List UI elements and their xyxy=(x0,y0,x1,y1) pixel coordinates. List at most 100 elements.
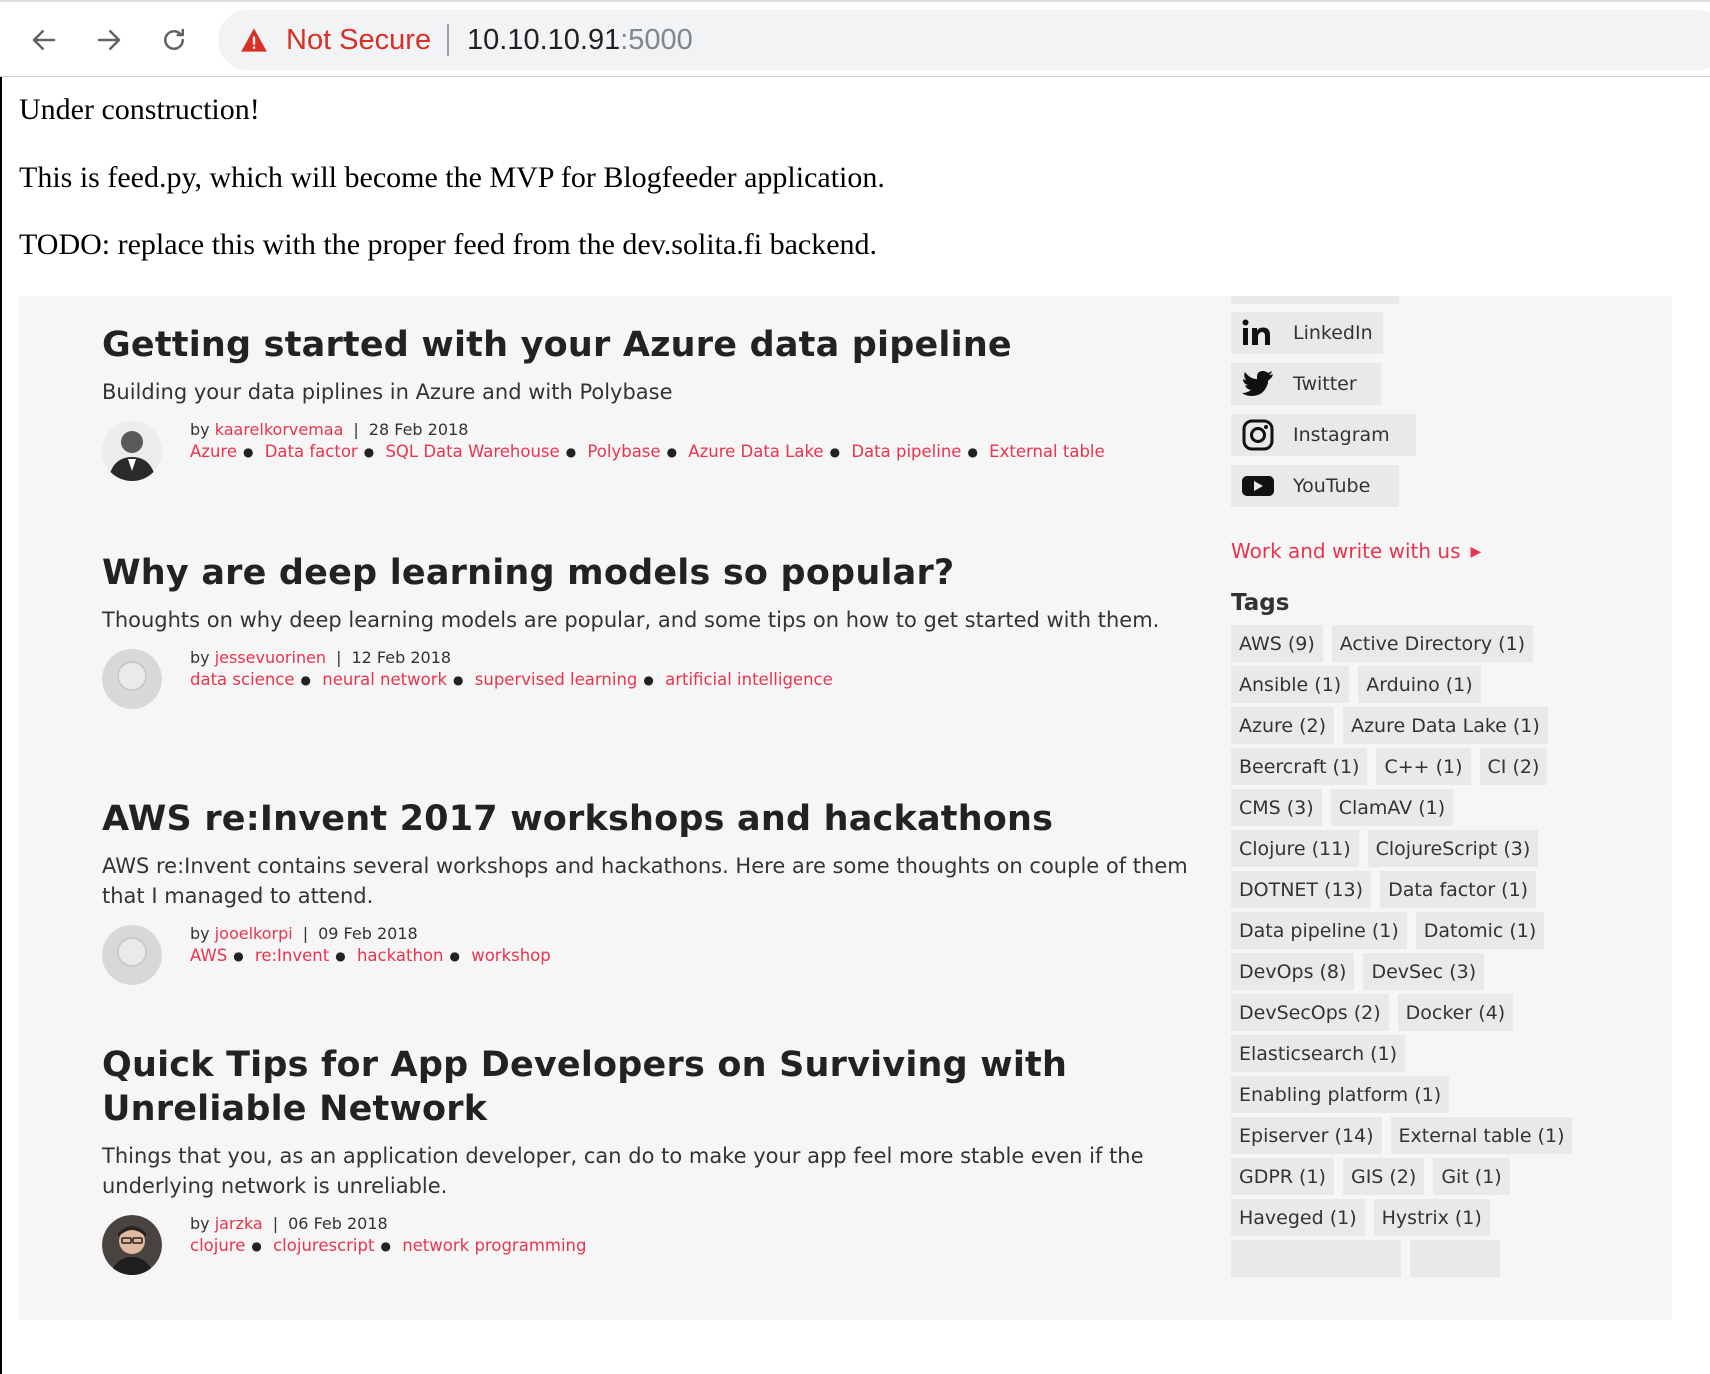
tag-link[interactable]: Azure Data Lake xyxy=(688,442,823,461)
url-text[interactable]: 10.10.10.91:5000 xyxy=(467,24,693,57)
reload-button[interactable] xyxy=(154,20,194,60)
tag-link[interactable]: supervised learning xyxy=(475,670,638,689)
tag-separator: ● xyxy=(829,445,841,459)
back-button[interactable] xyxy=(24,20,64,60)
author-link[interactable]: kaarelkorvemaa xyxy=(215,420,344,439)
author-avatar[interactable] xyxy=(102,649,162,709)
tag-link[interactable]: workshop xyxy=(471,946,551,965)
twitter-icon xyxy=(1241,369,1275,399)
tag-chip[interactable]: Data factor (1) xyxy=(1380,871,1537,908)
tag-link[interactable]: Polybase xyxy=(587,442,660,461)
author-link[interactable]: jarzka xyxy=(215,1214,263,1233)
tag-chip[interactable]: Azure (2) xyxy=(1231,707,1335,744)
author-avatar[interactable] xyxy=(102,925,162,985)
tag-chip[interactable]: C++ (1) xyxy=(1376,748,1471,785)
tag-chip[interactable]: DevOps (8) xyxy=(1231,953,1355,990)
tag-link[interactable]: Azure xyxy=(190,442,237,461)
tag-link[interactable]: Data factor xyxy=(265,442,358,461)
author-link[interactable]: jooelkorpi xyxy=(215,924,293,943)
tag-chip[interactable]: CMS (3) xyxy=(1231,789,1322,826)
tag-link[interactable]: External table xyxy=(989,442,1105,461)
tags-heading: Tags xyxy=(1231,590,1290,616)
youtube-icon xyxy=(1241,471,1275,501)
security-status[interactable]: Not Secure xyxy=(286,24,431,57)
tag-chip[interactable]: DevSec (3) xyxy=(1363,953,1485,990)
construction-notice: Under construction! xyxy=(19,93,260,126)
tag-chip[interactable]: Haveged (1) xyxy=(1231,1199,1365,1236)
forward-button[interactable] xyxy=(89,20,129,60)
address-bar[interactable]: Not Secure 10.10.10.91:5000 xyxy=(218,10,1710,70)
tag-chip[interactable]: ClojureScript (3) xyxy=(1367,830,1539,867)
tag-chip[interactable]: DOTNET (13) xyxy=(1231,871,1372,908)
tag-chip[interactable]: AWS (9) xyxy=(1231,625,1323,662)
instagram-icon xyxy=(1241,419,1275,451)
tag-link[interactable]: clojure xyxy=(190,1236,245,1255)
address-divider xyxy=(447,24,449,56)
tag-chip-partial[interactable] xyxy=(1410,1240,1500,1277)
social-link-instagram[interactable]: Instagram xyxy=(1231,414,1416,456)
arrow-right-icon xyxy=(97,30,121,50)
tag-chip[interactable]: Episerver (14) xyxy=(1231,1117,1382,1154)
tag-row: DevSecOps (2) Docker (4) xyxy=(1231,990,1601,1031)
tag-link[interactable]: artificial intelligence xyxy=(665,670,833,689)
tag-chip[interactable]: Beercraft (1) xyxy=(1231,748,1368,785)
tag-chip[interactable]: Datomic (1) xyxy=(1415,912,1545,949)
author-link[interactable]: jessevuorinen xyxy=(215,648,326,667)
tag-link[interactable]: neural network xyxy=(322,670,447,689)
tag-chip[interactable]: DevSecOps (2) xyxy=(1231,994,1389,1031)
social-link-twitter[interactable]: Twitter xyxy=(1231,363,1381,405)
tag-chip[interactable]: GDPR (1) xyxy=(1231,1158,1334,1195)
tag-chip-partial[interactable] xyxy=(1231,1240,1401,1277)
social-link-linkedin[interactable]: LinkedIn xyxy=(1231,312,1383,354)
social-link-partial xyxy=(1231,296,1399,304)
play-arrow-icon: ▶ xyxy=(1470,544,1482,560)
tag-row: Elasticsearch (1) xyxy=(1231,1031,1601,1072)
tag-chip[interactable]: Enabling platform (1) xyxy=(1231,1076,1450,1113)
tag-chip[interactable]: ClamAV (1) xyxy=(1330,789,1454,826)
tag-link[interactable]: hackathon xyxy=(357,946,444,965)
tag-chip[interactable]: Ansible (1) xyxy=(1231,666,1350,703)
tag-chip[interactable]: Elasticsearch (1) xyxy=(1231,1035,1406,1072)
post-tags: clojure ● clojurescript ● network programm… xyxy=(190,1235,1202,1257)
work-with-us-link[interactable]: Work and write with us ▶ xyxy=(1231,539,1481,563)
tag-chip[interactable]: Git (1) xyxy=(1433,1158,1510,1195)
tag-separator: ● xyxy=(242,445,254,459)
post-title[interactable]: Why are deep learning models so popular? xyxy=(102,551,1202,595)
tag-chip[interactable]: Active Directory (1) xyxy=(1331,625,1534,662)
tag-chip[interactable]: GIS (2) xyxy=(1342,1158,1425,1195)
author-avatar[interactable] xyxy=(102,1215,162,1275)
tag-link[interactable]: re:Invent xyxy=(255,946,329,965)
tag-row: Beercraft (1) C++ (1) CI (2) xyxy=(1231,744,1601,785)
separator: | xyxy=(272,1214,279,1233)
post-title[interactable]: Quick Tips for App Developers on Survivi… xyxy=(102,1043,1202,1131)
social-link-youtube[interactable]: YouTube xyxy=(1231,465,1399,507)
tag-link[interactable]: AWS xyxy=(190,946,227,965)
warning-icon[interactable] xyxy=(240,27,268,53)
by-label: by xyxy=(190,924,210,943)
tag-chip[interactable]: CI (2) xyxy=(1479,748,1548,785)
tag-chip[interactable]: External table (1) xyxy=(1390,1117,1573,1154)
post-title[interactable]: AWS re:Invent 2017 workshops and hackath… xyxy=(102,797,1202,841)
sidebar: LinkedIn Twitter Instagram YouTube Work … xyxy=(1231,296,1671,1320)
tag-chip[interactable]: Azure Data Lake (1) xyxy=(1343,707,1548,744)
tag-link[interactable]: data science xyxy=(190,670,295,689)
tag-chip[interactable]: Hystrix (1) xyxy=(1373,1199,1490,1236)
tag-chip[interactable]: Arduino (1) xyxy=(1358,666,1481,703)
post-title[interactable]: Getting started with your Azure data pip… xyxy=(102,323,1202,367)
tag-chip[interactable]: Docker (4) xyxy=(1397,994,1514,1031)
tag-link[interactable]: Data pipeline xyxy=(851,442,961,461)
description-line: This is feed.py, which will become the M… xyxy=(19,161,885,194)
tag-link[interactable]: network programming xyxy=(402,1236,586,1255)
tag-row: DOTNET (13) Data factor (1) xyxy=(1231,867,1601,908)
post-description: Things that you, as an application devel… xyxy=(102,1144,1144,1198)
tag-separator: ● xyxy=(449,949,460,963)
by-label: by xyxy=(190,420,210,439)
post-meta: by jarzka | 06 Feb 2018 clojure ● clojuresc… xyxy=(102,1213,1202,1275)
linkedin-icon xyxy=(1241,318,1275,348)
tag-link[interactable]: clojurescript xyxy=(273,1236,374,1255)
tag-link[interactable]: SQL Data Warehouse xyxy=(385,442,559,461)
tag-chip[interactable]: Clojure (11) xyxy=(1231,830,1359,867)
author-avatar[interactable] xyxy=(102,421,162,481)
tag-chip[interactable]: Data pipeline (1) xyxy=(1231,912,1407,949)
post-meta: by jessevuorinen | 12 Feb 2018 data scienc… xyxy=(102,647,1202,709)
